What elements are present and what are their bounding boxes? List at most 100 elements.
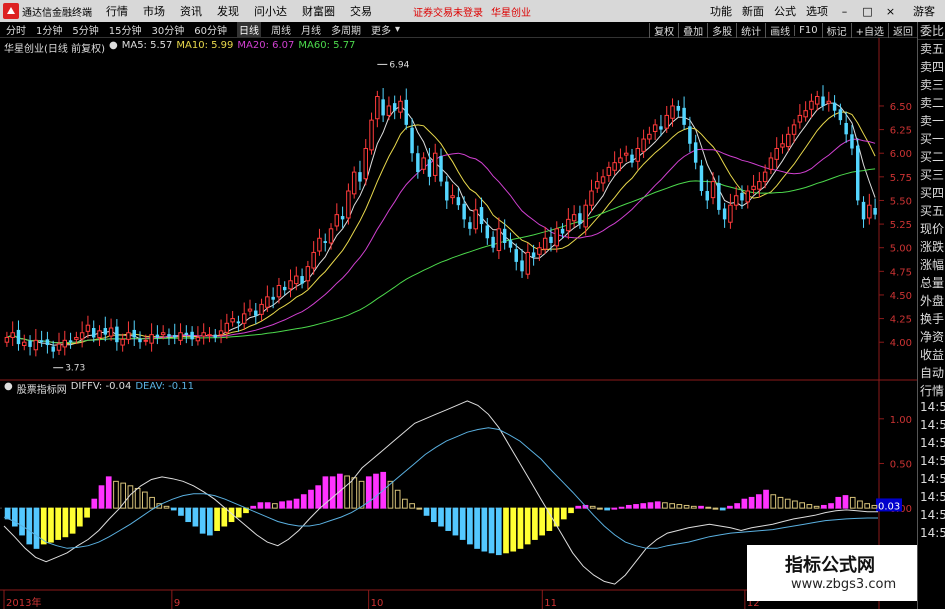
histogram-bar bbox=[430, 507, 437, 523]
tab-60min[interactable]: 60分钟 bbox=[194, 22, 227, 37]
histogram-bar bbox=[835, 496, 842, 509]
candle-body bbox=[288, 280, 293, 290]
candle-body bbox=[259, 303, 264, 315]
candle-body bbox=[554, 228, 559, 247]
sidebar-item[interactable]: 自动 bbox=[918, 364, 945, 382]
add-watchlist-button[interactable]: +自选 bbox=[850, 22, 888, 38]
tab-weekly[interactable]: 周线 bbox=[271, 22, 291, 37]
sidebar-item: 14:50 bbox=[920, 490, 945, 504]
candle-body bbox=[578, 213, 582, 225]
chart-legend: 华星创业(日线 前复权) ● MA5: 5.57 MA10: 5.99 MA20… bbox=[4, 40, 355, 55]
candle-body bbox=[502, 228, 507, 243]
login-notice[interactable]: 证券交易未登录 bbox=[413, 4, 483, 19]
close-icon[interactable]: × bbox=[884, 5, 897, 18]
histogram-bar bbox=[524, 507, 531, 545]
candle-body bbox=[623, 152, 629, 156]
candle-body bbox=[705, 191, 709, 201]
candle-body bbox=[207, 334, 212, 337]
candle-body bbox=[676, 105, 681, 111]
menu-jiaoyi[interactable]: 交易 bbox=[350, 3, 372, 19]
histogram-bar bbox=[741, 498, 748, 509]
candle-body bbox=[496, 228, 502, 252]
huaxian-button[interactable]: 画线 bbox=[765, 22, 794, 38]
histogram-bar bbox=[517, 507, 524, 549]
sidebar-item: 换手 bbox=[920, 312, 945, 326]
histogram-bar bbox=[488, 507, 495, 554]
histogram-bar bbox=[597, 507, 603, 510]
menu-wenxiaoda[interactable]: 问小达 bbox=[254, 3, 287, 19]
histogram-bar bbox=[871, 504, 878, 509]
watermark: 指标公式网 www.zbgs3.com bbox=[747, 545, 917, 601]
menu-bar: 通达信金融终端 行情 市场 资讯 发现 问小达 财富圈 交易 证券交易未登录 华… bbox=[0, 0, 945, 22]
diejia-button[interactable]: 叠加 bbox=[678, 22, 707, 38]
candlesticks[interactable] bbox=[4, 85, 877, 359]
candle-body bbox=[213, 334, 218, 338]
candle-body bbox=[404, 99, 409, 125]
candle-body bbox=[873, 208, 877, 215]
tab-more[interactable]: 更多 bbox=[371, 22, 391, 37]
candle-body bbox=[462, 203, 466, 220]
histogram-bar bbox=[820, 504, 827, 509]
maximize-icon[interactable]: □ bbox=[861, 5, 874, 18]
menu-hangqing[interactable]: 行情 bbox=[106, 3, 128, 19]
menu-zixun[interactable]: 资讯 bbox=[180, 3, 202, 19]
candle-body bbox=[479, 207, 484, 225]
fuquan-button[interactable]: 复权 bbox=[649, 22, 678, 38]
tab-15min[interactable]: 15分钟 bbox=[109, 22, 142, 37]
tab-daily[interactable]: 日线 bbox=[236, 22, 261, 37]
tab-monthly[interactable]: 月线 bbox=[301, 22, 321, 37]
back-button[interactable]: 返回 bbox=[888, 22, 917, 38]
duogu-button[interactable]: 多股 bbox=[707, 22, 736, 38]
tongji-button[interactable]: 统计 bbox=[736, 22, 765, 38]
histogram-bar bbox=[495, 507, 502, 556]
histogram-bar bbox=[727, 505, 733, 509]
candle-body bbox=[16, 329, 21, 345]
f10-button[interactable]: F10 bbox=[794, 24, 821, 36]
watermark-url: www.zbgs3.com bbox=[791, 577, 897, 592]
sidebar-item: 卖四 bbox=[920, 60, 945, 74]
histogram-bar bbox=[409, 503, 415, 509]
candle-body bbox=[670, 105, 675, 119]
candle-body bbox=[392, 103, 397, 111]
candle-body bbox=[600, 176, 606, 184]
histogram-bar bbox=[813, 505, 820, 509]
tab-fenshi[interactable]: 分时 bbox=[6, 22, 26, 37]
menu-xuanxiang[interactable]: 选项 bbox=[806, 3, 828, 19]
histogram-bar bbox=[698, 505, 704, 509]
sidebar-item: 14:50 bbox=[920, 472, 945, 486]
guest-label[interactable]: 游客 bbox=[913, 3, 935, 19]
menu-caifuquan[interactable]: 财富圈 bbox=[302, 3, 335, 19]
biaoji-button[interactable]: 标记 bbox=[821, 22, 851, 38]
chart-area[interactable]: 6.50 6.25 6.00 5.75 5.50 5.25 5.00 4.75 4.50 4.25… bbox=[0, 38, 917, 609]
price-tick-label: 5.50 bbox=[890, 196, 912, 207]
menu-gongshi[interactable]: 公式 bbox=[774, 3, 796, 19]
tab-1min[interactable]: 1分钟 bbox=[36, 22, 62, 37]
dropdown-arrow-icon[interactable]: ▾ bbox=[395, 24, 400, 35]
candle-body bbox=[132, 329, 136, 338]
menu-gongneng[interactable]: 功能 bbox=[710, 3, 732, 19]
histogram-bar bbox=[770, 494, 777, 509]
sidebar-item: 14:50 bbox=[920, 418, 945, 432]
candle-body bbox=[115, 326, 119, 343]
histogram-bar bbox=[423, 507, 430, 516]
candle-body bbox=[531, 252, 536, 258]
ma5-label: MA5: 5.57 bbox=[121, 40, 173, 51]
candle-body bbox=[294, 275, 299, 285]
candle-body bbox=[346, 190, 351, 219]
menu-xinmian[interactable]: 新面 bbox=[742, 3, 764, 19]
minimize-icon[interactable]: – bbox=[838, 5, 851, 18]
histogram-bar bbox=[474, 507, 480, 549]
candle-body bbox=[195, 336, 201, 342]
candle-body bbox=[722, 208, 727, 220]
candle-body bbox=[867, 204, 872, 219]
tab-30min[interactable]: 30分钟 bbox=[151, 22, 184, 37]
histogram-bar bbox=[344, 475, 350, 509]
tab-multi-period[interactable]: 多周期 bbox=[331, 22, 361, 37]
settings-dot-icon[interactable]: ● bbox=[109, 40, 118, 55]
menu-shichang[interactable]: 市场 bbox=[143, 3, 165, 19]
candle-body bbox=[282, 286, 287, 291]
histogram-bar bbox=[40, 507, 47, 545]
settings-dot-icon[interactable]: ● bbox=[4, 381, 13, 396]
menu-faxian[interactable]: 发现 bbox=[217, 3, 239, 19]
tab-5min[interactable]: 5分钟 bbox=[72, 22, 98, 37]
